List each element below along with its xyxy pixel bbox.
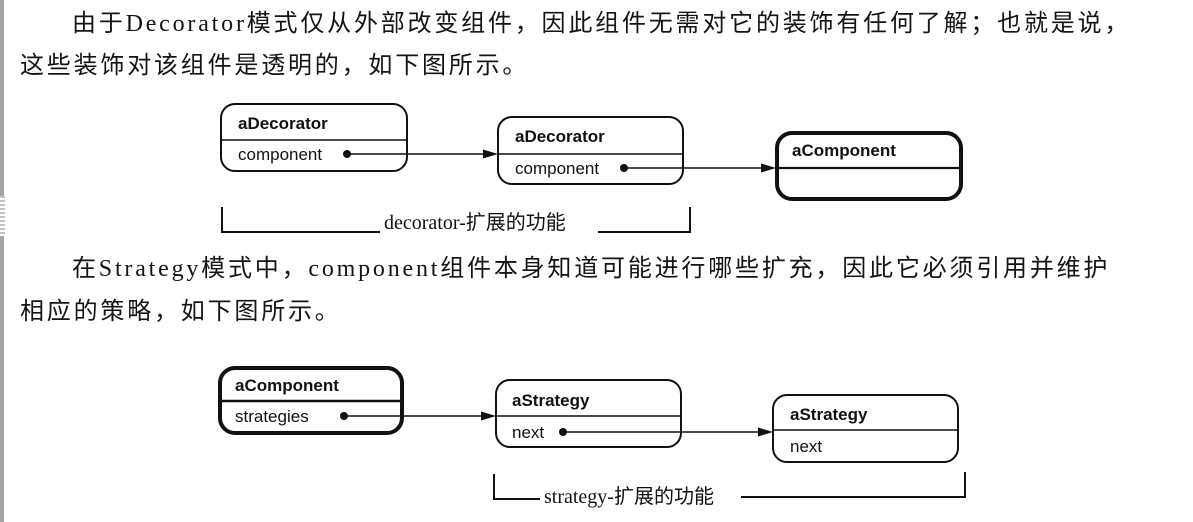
object-astrategy-second: aStrategy next xyxy=(772,394,959,463)
scope-bracket-right xyxy=(741,472,966,498)
object-field: next xyxy=(790,437,822,456)
object-name: aDecorator xyxy=(238,114,328,133)
object-name: aComponent xyxy=(792,141,896,160)
scope-bracket-label: decorator-扩展的功能 xyxy=(384,211,566,234)
arrowhead xyxy=(761,163,776,173)
scope-bracket-label: strategy-扩展的功能 xyxy=(544,485,714,508)
decorator-diagram: aDecorator component aDecorator componen… xyxy=(220,103,963,234)
object-name: aComponent xyxy=(235,376,339,395)
strategy-diagram: aComponent strategies aStrategy next aSt… xyxy=(218,366,966,508)
object-field: component xyxy=(515,159,599,178)
object-astrategy-first: aStrategy next xyxy=(495,379,682,448)
object-field: next xyxy=(512,423,544,442)
object-name: aStrategy xyxy=(512,391,590,410)
scope-bracket-left xyxy=(221,207,380,233)
arrowhead xyxy=(758,427,773,437)
arrowhead xyxy=(483,149,498,159)
diagrams: aDecorator component aDecorator componen… xyxy=(218,103,966,508)
object-acomponent: aComponent strategies xyxy=(218,366,404,435)
object-adecorator-inner: aDecorator component xyxy=(497,116,684,185)
object-field: strategies xyxy=(235,407,309,426)
object-name: aDecorator xyxy=(515,127,605,146)
scope-bracket-right xyxy=(598,207,691,233)
arrowhead xyxy=(481,411,496,421)
object-name: aStrategy xyxy=(790,405,868,424)
object-adecorator-outer: aDecorator component xyxy=(220,103,408,172)
scope-bracket-left xyxy=(493,474,540,500)
object-field: component xyxy=(238,145,322,164)
object-acomponent: aComponent xyxy=(775,131,963,201)
